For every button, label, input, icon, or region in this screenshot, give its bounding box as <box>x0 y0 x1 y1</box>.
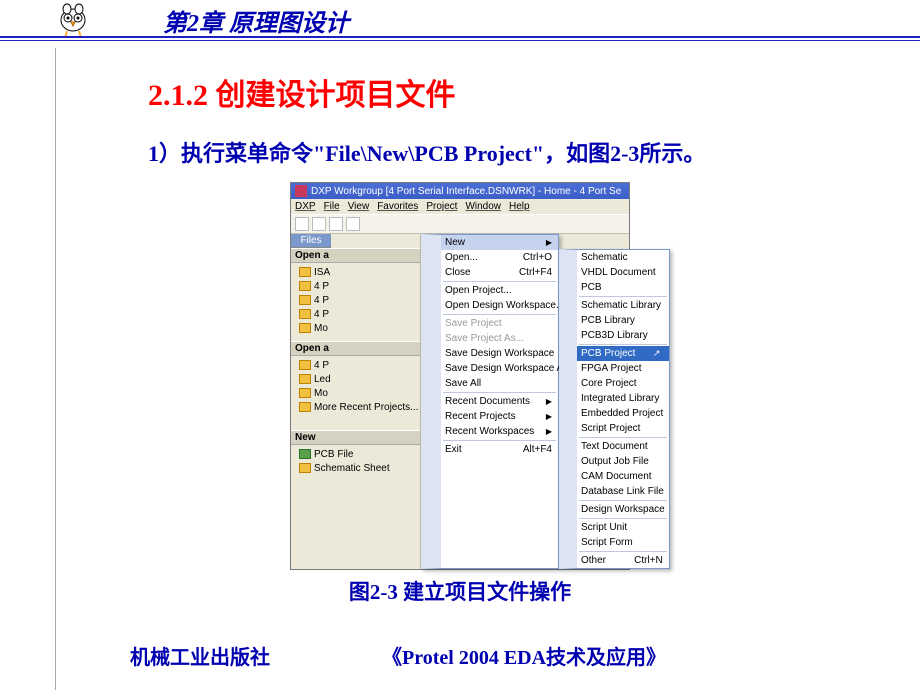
toolbar-icon[interactable] <box>295 217 309 231</box>
menu-dxp[interactable]: DXP <box>295 201 316 212</box>
menu-project[interactable]: Project <box>426 201 457 212</box>
new-schematic[interactable]: Schematic Sheet <box>314 463 390 474</box>
file-recent-docs[interactable]: Recent Documents▶ <box>441 394 558 409</box>
left-divider <box>55 48 56 690</box>
file-save-project: Save Project <box>441 316 558 331</box>
list-item[interactable]: Led <box>314 374 331 385</box>
window-body: Files Open a ISA 4 P 4 P 4 P Mo Open a 4… <box>291 234 629 569</box>
new-cam-doc[interactable]: CAM Document <box>577 469 669 484</box>
window-title: DXP Workgroup [4 Port Serial Interface.D… <box>311 186 621 197</box>
toolbar-icon[interactable] <box>329 217 343 231</box>
files-panel: Files Open a ISA 4 P 4 P 4 P Mo Open a 4… <box>291 234 421 569</box>
file-recent-workspaces[interactable]: Recent Workspaces▶ <box>441 424 558 439</box>
section-title: 2.1.2 创建设计项目文件 <box>148 70 920 114</box>
menu-window[interactable]: Window <box>465 201 501 212</box>
chapter-title: 第2章 原理图设计 <box>163 3 349 40</box>
toolbar <box>291 214 629 234</box>
menu-view[interactable]: View <box>348 201 370 212</box>
file-save-workspace[interactable]: Save Design Workspace <box>441 346 558 361</box>
open-doc-header: Open a <box>291 248 420 263</box>
owl-icon <box>55 2 91 40</box>
new-vhdl[interactable]: VHDL Document <box>577 265 669 280</box>
new-pcb3d-lib[interactable]: PCB3D Library <box>577 328 669 343</box>
new-embedded[interactable]: Embedded Project <box>577 406 669 421</box>
file-save-workspace-as[interactable]: Save Design Workspace As... <box>441 361 558 376</box>
file-recent-projects[interactable]: Recent Projects▶ <box>441 409 558 424</box>
list-item[interactable]: 4 P <box>314 295 329 306</box>
new-schematic[interactable]: Schematic <box>577 250 669 265</box>
list-item[interactable]: 4 P <box>314 309 329 320</box>
toolbar-icon[interactable] <box>312 217 326 231</box>
menu-favorites[interactable]: Favorites <box>377 201 418 212</box>
menu-help[interactable]: Help <box>509 201 530 212</box>
file-save-project-as: Save Project As... <box>441 331 558 346</box>
file-open[interactable]: Open...Ctrl+O <box>441 250 558 265</box>
app-icon <box>295 185 307 197</box>
menubar: DXP File View Favorites Project Window H… <box>291 199 629 214</box>
list-item[interactable]: 4 P <box>314 360 329 371</box>
open-proj-header: Open a <box>291 341 420 356</box>
header-rule-2 <box>0 40 920 41</box>
list-item[interactable]: Mo <box>314 388 328 399</box>
footer: 机械工业出版社 《Protel 2004 EDA技术及应用》 <box>0 641 920 670</box>
new-db-link[interactable]: Database Link File <box>577 484 669 499</box>
more-recent[interactable]: More Recent Projects... <box>314 402 418 413</box>
screenshot-dxp-window: DXP Workgroup [4 Port Serial Interface.D… <box>290 182 630 570</box>
new-pcb[interactable]: PCB <box>577 280 669 295</box>
new-header: New <box>291 430 420 445</box>
slide-header: 第2章 原理图设计 <box>0 0 920 40</box>
file-new[interactable]: New▶ <box>441 235 558 250</box>
list-item[interactable]: Mo <box>314 323 328 334</box>
file-menu: New▶ Open...Ctrl+O CloseCtrl+F4 Open Pro… <box>421 234 559 569</box>
menu-file[interactable]: File <box>324 201 340 212</box>
file-exit[interactable]: ExitAlt+F4 <box>441 442 558 457</box>
new-script-form[interactable]: Script Form <box>577 535 669 550</box>
new-output-job[interactable]: Output Job File <box>577 454 669 469</box>
figure-caption: 图2-3 建立项目文件操作 <box>0 576 920 606</box>
list-item[interactable]: 4 P <box>314 281 329 292</box>
new-sch-lib[interactable]: Schematic Library <box>577 298 669 313</box>
file-open-project[interactable]: Open Project... <box>441 283 558 298</box>
new-core-project[interactable]: Core Project <box>577 376 669 391</box>
file-save-all[interactable]: Save All <box>441 376 558 391</box>
new-submenu: Schematic VHDL Document PCB Schematic Li… <box>559 249 670 569</box>
new-text-doc[interactable]: Text Document <box>577 439 669 454</box>
new-script-project[interactable]: Script Project <box>577 421 669 436</box>
header-rule <box>0 36 920 38</box>
file-open-workspace[interactable]: Open Design Workspace... <box>441 298 558 313</box>
new-other[interactable]: OtherCtrl+N <box>577 553 669 568</box>
new-script-unit[interactable]: Script Unit <box>577 520 669 535</box>
new-integrated-lib[interactable]: Integrated Library <box>577 391 669 406</box>
step-instruction: 1）执行菜单命令"File\New\PCB Project"，如图2-3所示。 <box>148 136 920 168</box>
new-fpga-project[interactable]: FPGA Project <box>577 361 669 376</box>
new-pcb-lib[interactable]: PCB Library <box>577 313 669 328</box>
slide: 第2章 原理图设计 2.1.2 创建设计项目文件 1）执行菜单命令"File\N… <box>0 0 920 690</box>
window-titlebar: DXP Workgroup [4 Port Serial Interface.D… <box>291 183 629 199</box>
file-close[interactable]: CloseCtrl+F4 <box>441 265 558 280</box>
new-pcb-file[interactable]: PCB File <box>314 449 353 460</box>
new-pcb-project[interactable]: PCB Project <box>577 346 669 361</box>
new-design-workspace[interactable]: Design Workspace <box>577 502 669 517</box>
publisher: 机械工业出版社 <box>130 641 270 670</box>
book-title: 《Protel 2004 EDA技术及应用》 <box>382 641 666 670</box>
files-tab[interactable]: Files <box>291 234 331 248</box>
list-item[interactable]: ISA <box>314 267 330 278</box>
toolbar-icon[interactable] <box>346 217 360 231</box>
